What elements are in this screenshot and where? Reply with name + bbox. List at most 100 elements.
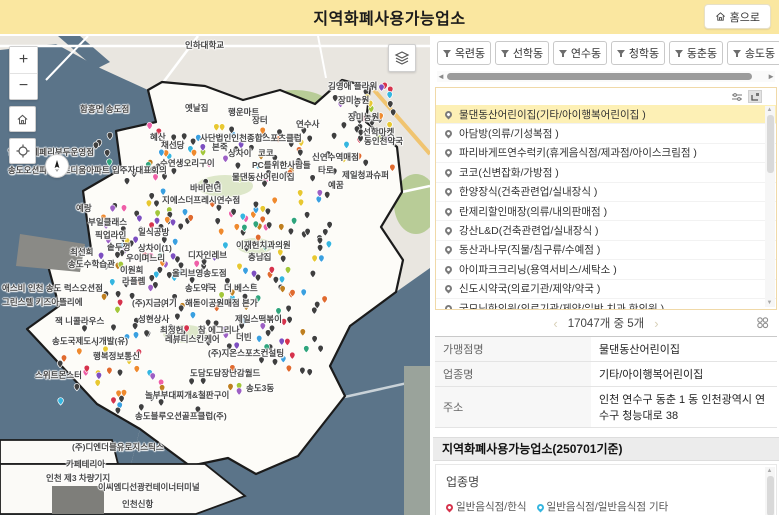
map-label: 장미농원 <box>338 96 369 105</box>
map-area[interactable]: 인하대학교김영애 플라워장미농원옛날집행운마트함흥면 송도점장터연수사장미농원선… <box>0 36 430 515</box>
store-name: 한양장식(건축관련업/실내장식 ) <box>459 184 597 199</box>
map-label: 애스비 인천 송도 럭스오션점 <box>2 284 103 293</box>
map-label: 김영애 플라워 <box>328 82 377 91</box>
sort-options-icon[interactable] <box>730 90 744 103</box>
scroll-down-arrow[interactable]: ▼ <box>767 300 773 306</box>
map-label: 송도오션파크베르디움아파트 입주자대표회의 <box>8 166 167 175</box>
list-item[interactable]: 물댄동산어린이집(기타/아이행복어린이집 ) <box>436 105 776 124</box>
map-label: 송도약국 <box>185 284 216 293</box>
scroll-left-arrow[interactable]: ◄ <box>437 72 445 81</box>
map-label: (주)지금여기 <box>132 299 177 308</box>
district-tab-3[interactable]: 청학동 <box>611 41 665 65</box>
map-label: 본죽 <box>212 143 228 152</box>
legend-scrollbar[interactable]: ▲ ▼ <box>765 467 775 515</box>
map-label: 송도3동 <box>246 384 274 393</box>
zoom-control: + − <box>9 46 38 100</box>
pin-icon <box>444 284 454 294</box>
legend-item: 일반음식점/일반음식점 기타 <box>537 499 669 515</box>
map-label: 라플렘 <box>122 277 145 286</box>
grid-view-icon[interactable] <box>756 316 769 332</box>
home-button-label: 홈으로 <box>730 9 760 25</box>
map-label: 제일스떡볶이 <box>235 315 282 324</box>
map-label: 레뷰티스킨케어 <box>165 335 220 344</box>
map-label: 예랑 <box>76 204 92 213</box>
list-item[interactable]: 한양장식(건축관련업/실내장식 ) <box>436 183 776 202</box>
legend-item: 일반음식점/한식 <box>446 499 527 515</box>
map-label: 일식공방 <box>138 228 169 237</box>
list-item[interactable]: 강산L&D(건축관련업/실내장식 ) <box>436 221 776 240</box>
list-scrollbar[interactable]: ▲ ▼ <box>765 106 775 307</box>
compass-button[interactable] <box>45 154 69 178</box>
district-tab-0[interactable]: 옥련동 <box>437 41 491 65</box>
pin-icon <box>444 264 454 274</box>
zoom-in-button[interactable]: + <box>10 47 37 74</box>
district-tab-4[interactable]: 동춘동 <box>669 41 723 65</box>
map-label: 디자인레브 <box>188 251 227 260</box>
pin-icon <box>444 148 454 158</box>
layers-icon <box>394 50 410 66</box>
map-label: 올리브영송도점 <box>172 269 227 278</box>
map-label: 부일클래스 <box>88 218 127 227</box>
pin-icon <box>444 187 454 197</box>
district-tab-2[interactable]: 연수동 <box>553 41 607 65</box>
store-list: 물댄동산어린이집(기타/아이행복어린이집 ) 아담방(의류/기성복점 )파리바게뜨… <box>436 105 776 310</box>
pin-icon <box>444 109 454 119</box>
list-item[interactable]: 아담방(의류/기성복점 ) <box>436 124 776 143</box>
scroll-up-arrow[interactable]: ▲ <box>767 107 773 113</box>
list-item[interactable]: 코코(신변잡화/가방점 ) <box>436 163 776 182</box>
map-label: 픽업라인 <box>95 231 126 240</box>
store-detail-table: 가맹점명물댄동산어린이집업종명기타/아이행복어린이집주소인천 연수구 동춘 1 … <box>435 336 777 428</box>
list-item[interactable]: 란제리할인매장(의류/내의판매점 ) <box>436 202 776 221</box>
map-label: 함흥면 송도점 <box>80 105 129 114</box>
legend-scroll-up[interactable]: ▲ <box>767 468 773 474</box>
collapse-panel-icon[interactable] <box>748 90 762 103</box>
zoom-out-button[interactable]: − <box>10 74 37 100</box>
district-tab-label: 송도동 <box>745 45 775 61</box>
detail-value: 물댄동산어린이집 <box>591 337 777 362</box>
home-button[interactable]: 홈으로 <box>704 4 771 29</box>
map-label: 카페테리아 <box>66 460 105 469</box>
map-label: 스위트몬스터 <box>35 371 82 380</box>
detail-label: 가맹점명 <box>435 337 591 362</box>
map-home-button[interactable] <box>9 106 36 132</box>
map-label: 해돋이공원매점 <box>185 299 240 308</box>
map-label: 장미농원 <box>348 113 379 122</box>
list-item[interactable]: 아이파크크리닝(용역서비스/세탁소 ) <box>436 260 776 279</box>
list-item[interactable]: 동산과나무(직물/침구류/수예점 ) <box>436 241 776 260</box>
list-scroll-thumb[interactable] <box>767 115 774 173</box>
map-label: 본가 <box>242 299 258 308</box>
map-label: 잭 니콜라우스 <box>55 317 104 326</box>
prev-page-arrow[interactable]: ‹ <box>553 316 557 331</box>
map-label: (주)디엔더블유로지스틱스 <box>72 443 164 452</box>
scroll-right-arrow[interactable]: ► <box>767 72 775 81</box>
map-label: 더빈 <box>236 333 252 342</box>
map-label: 도담도담장난감월드 <box>190 369 260 378</box>
detail-value: 기타/아이행복어린이집 <box>591 362 777 387</box>
horizontal-scroll-thumb[interactable] <box>447 73 752 80</box>
list-item[interactable]: 파리바게뜨연수럭키(휴게음식점/제과점/아이스크림점 ) <box>436 144 776 163</box>
map-label: 상차이 <box>228 149 251 158</box>
next-page-arrow[interactable]: › <box>654 316 658 331</box>
pagination: ‹ 17047개 중 5개 › <box>433 313 779 333</box>
district-tab-5[interactable]: 송도동 <box>727 41 779 65</box>
filter-funnel-icon <box>559 49 568 58</box>
pin-icon <box>444 167 454 177</box>
locate-button[interactable] <box>9 138 36 164</box>
map-label: 상차이(1) <box>138 244 172 253</box>
map-label: 채선당 <box>161 141 184 150</box>
filter-funnel-icon <box>501 49 510 58</box>
legend-label: 일반음식점/일반음식점 기타 <box>547 499 669 515</box>
map-label: 더 베스트 <box>224 284 258 293</box>
horizontal-scrollbar[interactable]: ◄ ► <box>437 71 775 82</box>
pin-icon <box>444 129 454 139</box>
layers-button[interactable] <box>388 44 416 72</box>
store-name: 물댄동산어린이집(기타/아이행복어린이집 ) <box>459 107 646 122</box>
legend-label: 일반음식점/한식 <box>456 499 527 515</box>
map-label: 예꿈 <box>328 181 344 190</box>
filter-funnel-icon <box>675 49 684 58</box>
map-label: PC를위한사람들 <box>252 161 311 170</box>
legend-scroll-thumb[interactable] <box>767 476 774 515</box>
list-item[interactable]: 굿모닝한의원(의료기관/제약/일반 치과 한의원 ) <box>436 299 776 310</box>
list-item[interactable]: 신도시약국(의료기관/제약/약국 ) <box>436 280 776 299</box>
district-tab-1[interactable]: 선학동 <box>495 41 549 65</box>
